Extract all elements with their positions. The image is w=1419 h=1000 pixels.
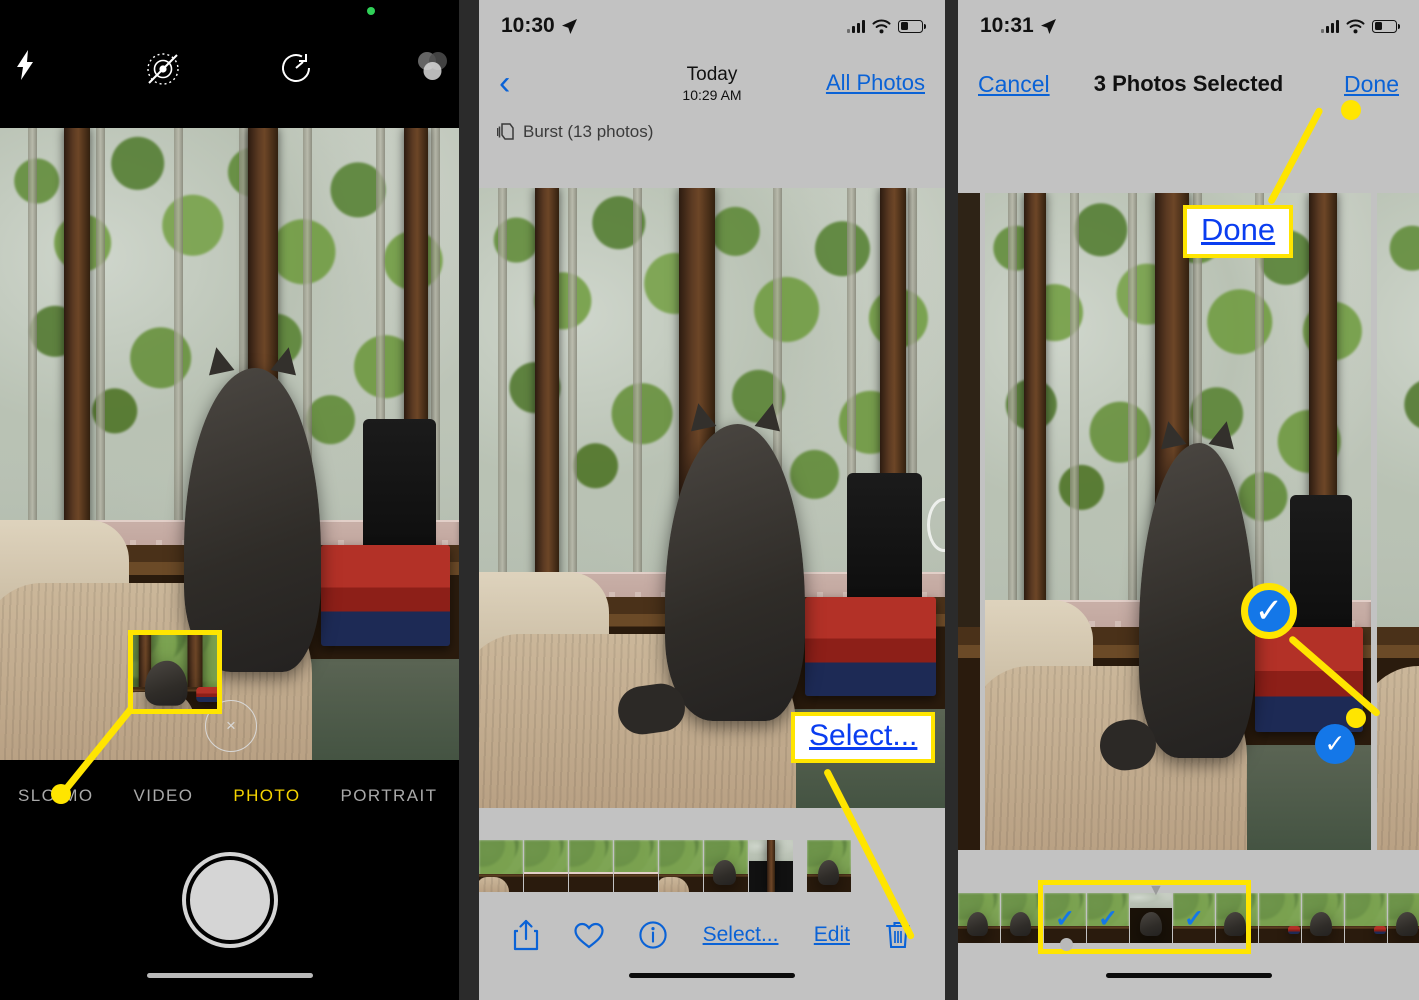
callout-anchor-dot xyxy=(1346,708,1366,728)
next-photo-peek[interactable] xyxy=(1377,193,1419,850)
filmstrip-thumbnail[interactable] xyxy=(1302,893,1345,943)
callout-done: Done xyxy=(1183,205,1294,258)
callout-anchor-dot xyxy=(51,784,71,804)
select-button[interactable]: Select... xyxy=(703,923,779,947)
panel-photo-viewer: 10:30 ‹ Today 10:29 AM All Photos Burst … xyxy=(479,0,945,1000)
filmstrip-thumbnail[interactable] xyxy=(659,840,704,892)
wifi-icon xyxy=(872,19,891,33)
callout-checkmark-badge: ✓ xyxy=(1241,583,1297,639)
battery-low-icon xyxy=(1372,19,1400,33)
photo-nav-bar: ‹ Today 10:29 AM All Photos xyxy=(479,52,945,114)
shutter-button[interactable] xyxy=(185,856,274,944)
recording-indicator-dot xyxy=(367,7,375,15)
panel-camera-app: × SLO-MO VIDEO PHOTO PORTRAIT SQUAR xyxy=(0,0,459,1000)
flash-icon[interactable] xyxy=(14,50,36,80)
burst-info-bar: Burst (13 photos) xyxy=(479,114,945,188)
burst-label: Burst (13 photos) xyxy=(523,122,654,141)
burst-stack-icon xyxy=(497,122,515,141)
filters-icon[interactable] xyxy=(414,50,450,84)
filmstrip-thumbnail[interactable] xyxy=(569,840,614,892)
callout-camera-roll-thumbnail xyxy=(128,630,222,714)
home-indicator xyxy=(629,973,795,978)
home-indicator xyxy=(1105,973,1272,978)
cancel-button[interactable]: Cancel xyxy=(978,71,1050,98)
filmstrip-thumbnail[interactable] xyxy=(704,840,749,892)
camera-top-controls xyxy=(0,0,459,128)
filmstrip-thumbnail[interactable] xyxy=(1388,893,1419,943)
status-bar: 10:31 xyxy=(958,0,1419,52)
three-panel-screenshot: × SLO-MO VIDEO PHOTO PORTRAIT SQUAR xyxy=(0,0,1419,1000)
camera-mode-photo[interactable]: PHOTO xyxy=(233,786,300,806)
status-time: 10:31 xyxy=(980,14,1057,38)
photo-selected-checkmark-badge[interactable]: ✓ xyxy=(1315,724,1355,764)
info-button[interactable] xyxy=(639,921,667,949)
cellular-bars-icon xyxy=(847,19,865,33)
filmstrip-thumbnail[interactable] xyxy=(479,840,524,892)
filmstrip-thumbnail[interactable] xyxy=(524,840,569,892)
favorite-button[interactable] xyxy=(574,922,604,949)
share-button[interactable] xyxy=(513,919,539,951)
chevron-left-icon[interactable]: ‹ xyxy=(499,66,510,100)
edit-button[interactable]: Edit xyxy=(814,923,850,947)
live-photo-off-icon[interactable] xyxy=(144,50,182,88)
status-time: 10:30 xyxy=(501,14,578,38)
wifi-icon xyxy=(1346,19,1365,33)
previous-photo-peek[interactable] xyxy=(958,193,980,850)
location-arrow-icon xyxy=(1040,18,1056,34)
camera-mode-video[interactable]: VIDEO xyxy=(133,786,193,806)
status-bar: 10:30 xyxy=(479,0,945,52)
filmstrip-thumbnail[interactable] xyxy=(614,840,659,892)
cellular-bars-icon xyxy=(1321,19,1339,33)
battery-low-icon xyxy=(898,19,926,33)
photo-toolbar: Select... Edit xyxy=(479,896,945,1000)
home-indicator xyxy=(146,973,313,978)
filmstrip-thumbnail[interactable] xyxy=(807,840,852,892)
filmstrip-thumbnail[interactable] xyxy=(749,840,794,892)
filmstrip-thumbnail[interactable] xyxy=(1345,893,1388,943)
location-arrow-icon xyxy=(561,18,577,34)
burst-selected-photo[interactable]: ✓ xyxy=(985,193,1371,850)
callout-leader-line xyxy=(1266,106,1324,206)
page-dot xyxy=(1060,938,1073,951)
callout-anchor-dot xyxy=(1341,100,1361,120)
camera-viewfinder[interactable] xyxy=(0,128,459,760)
all-photos-link[interactable]: All Photos xyxy=(826,70,925,96)
chevron-down-icon: ▼ xyxy=(1148,882,1164,899)
camera-mode-portrait[interactable]: PORTRAIT xyxy=(341,786,438,806)
callout-select: Select... xyxy=(791,712,936,763)
filmstrip-thumbnail[interactable] xyxy=(958,893,1001,943)
panel-burst-select: 10:31 Cancel 3 Photos Selected Done ✓ Do… xyxy=(958,0,1419,1000)
done-button[interactable]: Done xyxy=(1344,71,1399,98)
filmstrip-thumbnail[interactable] xyxy=(1259,893,1302,943)
burst-photo-viewport: ✓ xyxy=(958,193,1419,850)
timer-icon[interactable] xyxy=(278,50,314,86)
